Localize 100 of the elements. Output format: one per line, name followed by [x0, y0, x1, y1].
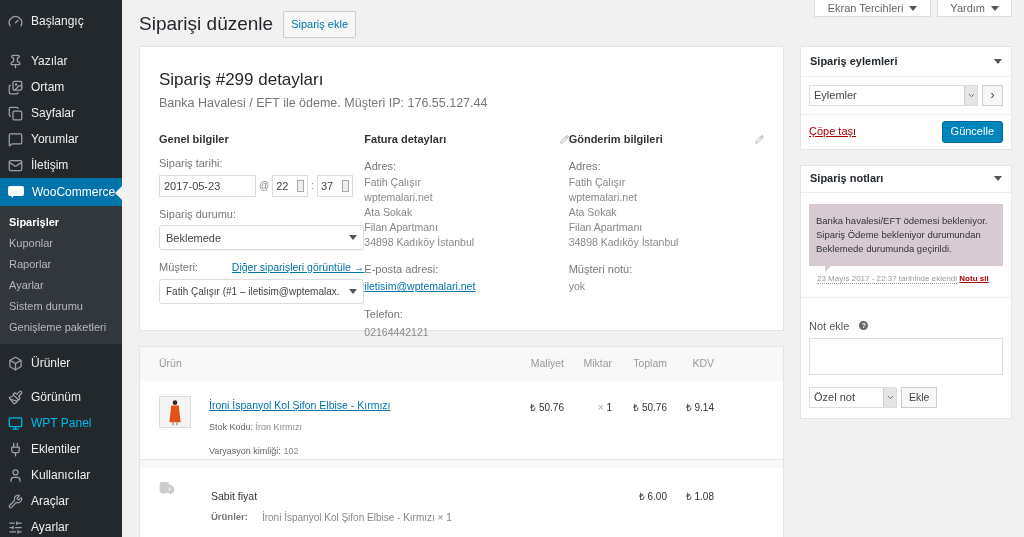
note-meta: 23 Mayıs 2017 - 22:37 tarihinde eklendi [817, 273, 958, 284]
submenu-item[interactable]: Genişleme paketleri [0, 317, 122, 338]
box-title: Sipariş eylemleri [810, 53, 898, 69]
help-tab[interactable]: Yardım [937, 0, 1012, 17]
menu-item[interactable]: Başlangıç [0, 8, 122, 34]
variation-text: Varyasyon kimliği: 102 [209, 444, 300, 458]
order-subtitle: Banka Havalesi / EFT ile ödeme. Müşteri IP: 176.55.127.44 [159, 95, 489, 112]
caret-icon [909, 5, 918, 11]
tax-cell-text: ₺ 1.08 [684, 489, 714, 504]
submenu-item[interactable]: Sistem durumu [0, 296, 122, 317]
field-label: Sipariş durumu: [159, 206, 238, 222]
products-label: Ürünler: [211, 510, 248, 525]
submenu-item[interactable]: Siparişler [0, 212, 122, 233]
minute-field[interactable]: 37 [316, 174, 353, 197]
address-line: Ata Sokak [568, 204, 618, 220]
column-header: Ürün [159, 355, 183, 371]
customer-select[interactable]: Fatih Çalışır (#1 – iletisim@wptemalax. [159, 278, 365, 304]
field-label: Sipariş tarihi: [159, 156, 224, 172]
menu-item[interactable]: Yorumlar [0, 126, 122, 152]
shipped-products: İroni İspanyol Kol Şifon Elbise - Kırmızı × 1 [261, 510, 452, 526]
cost-cell-text: ₺ 50.76 [529, 400, 564, 415]
menu-item[interactable]: Sayfalar [0, 100, 122, 126]
submenu-item[interactable]: Ayarlar [0, 275, 122, 296]
spinner-icon [297, 179, 305, 192]
caret-icon [994, 58, 1002, 64]
edit-icon[interactable] [755, 134, 764, 144]
plug-icon [8, 441, 23, 457]
envelope-icon [8, 157, 23, 173]
field-label: Müşteri notu: [568, 261, 634, 277]
customer-note: yok [568, 279, 586, 295]
menu-item[interactable]: Yazılar [0, 48, 122, 74]
date-field[interactable]: 2017-05-23 [159, 174, 256, 197]
woo-icon [8, 186, 24, 198]
box-icon [8, 355, 23, 371]
menu-item[interactable]: Araçlar [0, 488, 122, 514]
total-cell-text: ₺ 50.76 [632, 400, 667, 415]
trash-link[interactable]: Çöpe taşı [809, 123, 857, 140]
caret-icon [994, 176, 1002, 181]
shipping-method: Sabit fiyat [211, 488, 259, 504]
menu-item[interactable]: Ortam [0, 74, 122, 100]
menu-item[interactable]: Kullanıcılar [0, 462, 122, 488]
field-label: Adres: [364, 159, 398, 175]
gauge-icon [8, 13, 23, 29]
address-line: Filan Apartmanı [568, 219, 644, 235]
field-label: Not ekle [809, 318, 850, 334]
field-label: Adres: [568, 159, 602, 175]
column-header: Toplam [632, 355, 667, 371]
product-link[interactable]: İroni İspanyol Kol Şifon Elbise - Kırmızı [209, 397, 514, 414]
sliders-icon [8, 519, 23, 535]
status-select[interactable]: Beklemede [159, 225, 365, 251]
other-orders-link[interactable]: Diğer siparişleri görüntüle → [231, 259, 365, 276]
time-colon: : [311, 179, 314, 194]
address-line: 34898 Kadıköy İstanbul [568, 234, 680, 250]
menu-item[interactable]: Görünüm [0, 384, 122, 410]
caret-icon [349, 235, 358, 241]
menu-item[interactable]: Eklentiler [0, 436, 122, 462]
field-label: E-posta adresi: [364, 261, 440, 277]
submenu-item[interactable]: Raporlar [0, 254, 122, 275]
edit-icon[interactable] [559, 134, 569, 144]
pages-icon [8, 105, 23, 121]
email-link[interactable]: iletisim@wptemalari.net [364, 279, 569, 295]
menu-item[interactable]: İletişim [0, 152, 122, 178]
pin-icon [8, 53, 23, 69]
section-heading: Genel bilgiler [159, 131, 230, 147]
spinner-icon [341, 179, 349, 192]
actions-select[interactable]: Eylemler [809, 84, 978, 106]
menu-item[interactable]: Ayarlar [0, 514, 122, 537]
section-heading: Fatura detayları [364, 131, 447, 147]
add-order-button[interactable]: Sipariş ekle [283, 11, 356, 38]
wrench-icon [8, 493, 23, 509]
note-bubble: Banka havalesi/EFT ödemesi bekleniyor. Sipariş Ödeme bekleniyor durumundan Beklemede durumunda geçirildi. [809, 203, 1003, 266]
caret-icon [349, 288, 358, 294]
column-header: KDV [691, 355, 714, 371]
delete-note-link[interactable]: Notu sil [959, 273, 989, 283]
note-pointer-icon [825, 265, 831, 272]
tax-cell-text: ₺ 9.14 [684, 400, 714, 415]
address-line: wptemalari.net [568, 189, 638, 205]
column-header: Miktar [582, 355, 612, 371]
menu-item[interactable]: WooCommerce [0, 178, 122, 206]
address-line: wptemalari.net [364, 189, 434, 205]
column-header: Maliyet [529, 355, 564, 371]
total-cell-text: ₺ 6.00 [637, 489, 667, 504]
note-textarea[interactable] [809, 338, 1003, 375]
screen-options-tab[interactable]: Ekran Tercihleri [813, 0, 932, 17]
update-button[interactable]: Güncelle [941, 120, 1003, 143]
menu-item[interactable]: WPT Panel [0, 410, 122, 436]
sku-text: Stok Kodu: İron Kırmızı [209, 421, 304, 435]
address-line: 34898 Kadıköy İstanbul [364, 234, 476, 250]
apply-button[interactable]: › [982, 84, 1003, 106]
note-type-select[interactable]: Özel not [809, 387, 897, 408]
add-note-button[interactable]: Ekle [901, 387, 938, 408]
hour-field[interactable]: 22 [272, 174, 309, 197]
menu-item[interactable]: Ürünler [0, 350, 122, 376]
address-line: Fatih Çalışır [568, 174, 627, 190]
order-title: Sipariş #299 detayları [159, 68, 325, 91]
address-line: Ata Sokak [364, 204, 414, 220]
submenu-item[interactable]: Kuponlar [0, 233, 122, 254]
speech-bubble-icon [8, 131, 23, 147]
brush-icon [8, 389, 23, 405]
user-icon [8, 467, 23, 483]
